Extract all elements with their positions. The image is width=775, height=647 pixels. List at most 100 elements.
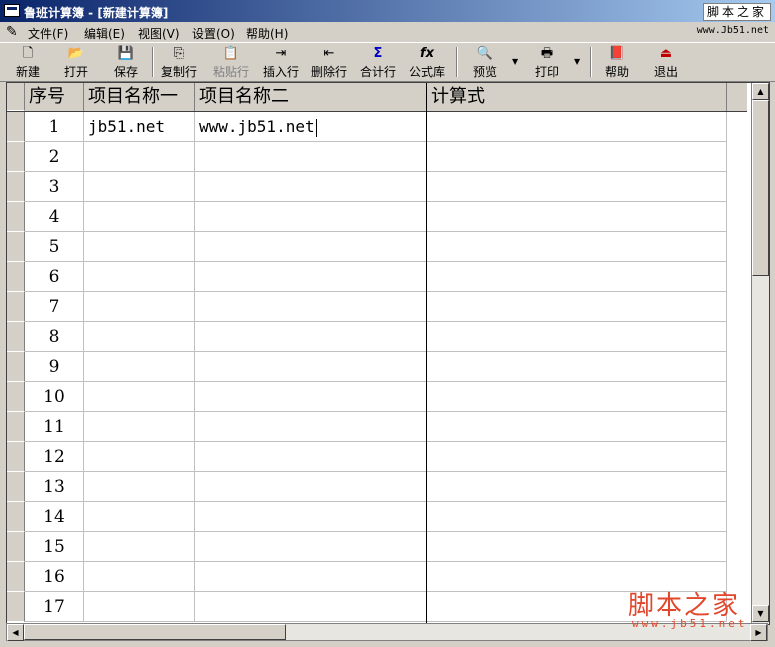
formula-cell[interactable]	[427, 112, 727, 142]
item-name-2-cell[interactable]	[195, 472, 427, 502]
menu-view[interactable]: 视图(V)	[138, 25, 180, 42]
formula-cell[interactable]	[427, 322, 727, 352]
item-name-1-cell[interactable]	[84, 532, 195, 562]
horizontal-scroll-thumb[interactable]	[24, 624, 286, 640]
row-indicator[interactable]	[7, 532, 25, 562]
item-name-2-cell[interactable]	[195, 442, 427, 472]
item-name-1-cell[interactable]	[84, 412, 195, 442]
item-name-1-cell[interactable]	[84, 172, 195, 202]
header-serial[interactable]: 序号	[25, 83, 84, 111]
scroll-down-icon[interactable]: ▼	[752, 605, 769, 622]
item-name-2-cell[interactable]	[195, 592, 427, 622]
row-indicator[interactable]	[7, 592, 25, 622]
row-indicator[interactable]	[7, 202, 25, 232]
row-indicator[interactable]	[7, 172, 25, 202]
item-name-1-cell[interactable]	[84, 562, 195, 592]
item-name-2-cell[interactable]	[195, 292, 427, 322]
delete-row-button[interactable]: ⇤ 删除行	[308, 45, 350, 79]
data-grid[interactable]: 序号 项目名称一 项目名称二 计算式 1 jb51.net www.jb51.net…	[6, 82, 770, 625]
preview-dropdown-arrow-icon[interactable]: ▼	[512, 57, 518, 66]
menu-file[interactable]: 文件(F)	[28, 25, 68, 42]
item-name-1-cell[interactable]	[84, 442, 195, 472]
row-indicator[interactable]	[7, 142, 25, 172]
row-serial-cell[interactable]: 2	[25, 142, 84, 172]
scroll-left-icon[interactable]: ◀	[7, 624, 24, 641]
row-indicator[interactable]	[7, 232, 25, 262]
print-dropdown-arrow-icon[interactable]: ▼	[574, 57, 580, 66]
formula-cell[interactable]	[427, 202, 727, 232]
row-serial-cell[interactable]: 12	[25, 442, 84, 472]
row-indicator[interactable]	[7, 292, 25, 322]
save-button[interactable]: 💾 保存	[108, 45, 144, 79]
copy-row-button[interactable]: ⎘ 复制行	[158, 45, 200, 79]
vertical-scroll-thumb[interactable]	[752, 100, 769, 276]
item-name-2-cell[interactable]	[195, 202, 427, 232]
row-serial-cell[interactable]: 15	[25, 532, 84, 562]
formula-cell[interactable]	[427, 442, 727, 472]
row-serial-cell[interactable]: 8	[25, 322, 84, 352]
new-button[interactable]: 🗋 新建	[10, 45, 46, 79]
formula-cell[interactable]	[427, 262, 727, 292]
paste-row-button[interactable]: 📋 粘贴行	[210, 45, 252, 79]
insert-row-button[interactable]: ⇥ 插入行	[260, 45, 302, 79]
formula-cell[interactable]	[427, 382, 727, 412]
header-formula[interactable]: 计算式	[427, 83, 727, 111]
item-name-1-cell[interactable]	[84, 592, 195, 622]
help-button[interactable]: 📕 帮助	[600, 45, 634, 79]
item-name-2-cell[interactable]: www.jb51.net	[195, 112, 427, 142]
row-serial-cell[interactable]: 14	[25, 502, 84, 532]
item-name-2-cell[interactable]	[195, 352, 427, 382]
formula-cell[interactable]	[427, 502, 727, 532]
row-serial-cell[interactable]: 5	[25, 232, 84, 262]
row-serial-cell[interactable]: 13	[25, 472, 84, 502]
item-name-1-cell[interactable]	[84, 322, 195, 352]
app-icon[interactable]	[4, 4, 20, 17]
item-name-1-cell[interactable]	[84, 232, 195, 262]
row-indicator[interactable]	[7, 502, 25, 532]
item-name-2-cell[interactable]	[195, 172, 427, 202]
menu-edit[interactable]: 编辑(E)	[84, 25, 125, 42]
menu-help[interactable]: 帮助(H)	[246, 25, 288, 42]
row-indicator[interactable]	[7, 412, 25, 442]
item-name-1-cell[interactable]	[84, 202, 195, 232]
formula-cell[interactable]	[427, 472, 727, 502]
vertical-scrollbar[interactable]: ▲ ▼	[751, 83, 769, 624]
header-item-name-1[interactable]: 项目名称一	[84, 83, 195, 111]
row-indicator[interactable]	[7, 562, 25, 592]
row-serial-cell[interactable]: 6	[25, 262, 84, 292]
sum-row-button[interactable]: Σ 合计行	[357, 45, 399, 79]
item-name-1-cell[interactable]	[84, 142, 195, 172]
item-name-2-cell[interactable]	[195, 412, 427, 442]
row-indicator[interactable]	[7, 322, 25, 352]
row-serial-cell[interactable]: 7	[25, 292, 84, 322]
row-serial-cell[interactable]: 17	[25, 592, 84, 622]
open-button[interactable]: 📂 打开	[58, 45, 94, 79]
exit-button[interactable]: ⏏ 退出	[649, 45, 683, 79]
row-indicator[interactable]	[7, 262, 25, 292]
item-name-1-cell[interactable]	[84, 292, 195, 322]
item-name-1-cell[interactable]	[84, 262, 195, 292]
formula-cell[interactable]	[427, 142, 727, 172]
row-serial-cell[interactable]: 4	[25, 202, 84, 232]
row-indicator[interactable]	[7, 442, 25, 472]
item-name-2-cell[interactable]	[195, 262, 427, 292]
menu-settings[interactable]: 设置(O)	[192, 25, 235, 42]
row-serial-cell[interactable]: 3	[25, 172, 84, 202]
title-bar[interactable]: 鲁班计算簿 - [新建计算簿] 脚本之家	[0, 0, 775, 22]
row-serial-cell[interactable]: 1	[25, 112, 84, 142]
formula-cell[interactable]	[427, 172, 727, 202]
row-indicator[interactable]	[7, 472, 25, 502]
row-indicator[interactable]	[7, 112, 25, 142]
row-serial-cell[interactable]: 11	[25, 412, 84, 442]
item-name-2-cell[interactable]	[195, 232, 427, 262]
item-name-2-cell[interactable]	[195, 322, 427, 352]
row-indicator[interactable]	[7, 352, 25, 382]
formula-cell[interactable]	[427, 532, 727, 562]
item-name-2-cell[interactable]	[195, 502, 427, 532]
header-item-name-2[interactable]: 项目名称二	[195, 83, 427, 111]
preview-button[interactable]: 🔍 预览	[468, 45, 502, 79]
row-serial-cell[interactable]: 10	[25, 382, 84, 412]
item-name-2-cell[interactable]	[195, 562, 427, 592]
item-name-1-cell[interactable]	[84, 382, 195, 412]
print-button[interactable]: 🖶 打印	[530, 45, 564, 79]
